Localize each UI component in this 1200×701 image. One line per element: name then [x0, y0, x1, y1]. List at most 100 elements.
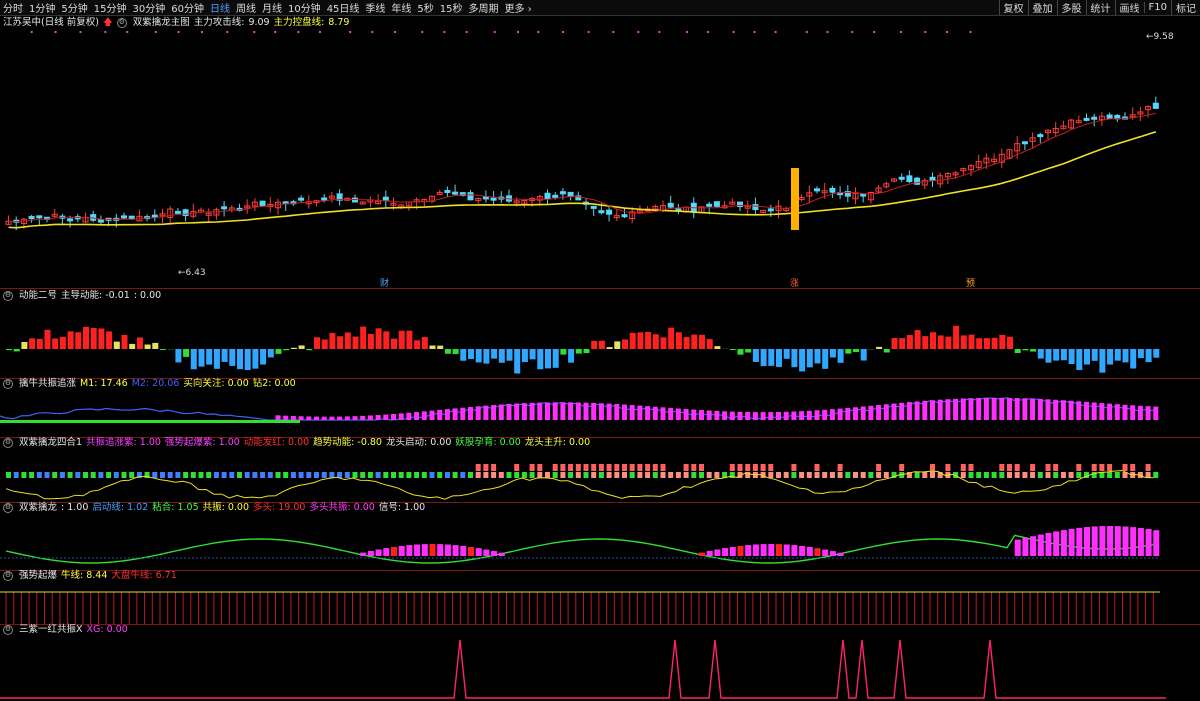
momentum-bar [991, 337, 998, 349]
signal-square [452, 472, 458, 478]
period-tab[interactable]: 更多 › [502, 0, 535, 15]
tool-button[interactable]: F10 [1143, 2, 1171, 13]
resonance-bar [822, 409, 828, 420]
period-tab[interactable]: 5秒 [414, 0, 436, 15]
momentum-bar [498, 349, 505, 363]
tool-button[interactable]: 画线 [1114, 0, 1144, 15]
stock-chart-canvas[interactable]: ←9.58 ←6.43 财 涨 预 [0, 16, 1200, 701]
period-tab[interactable]: 年线 [388, 0, 414, 15]
period-tab[interactable]: 15秒 [437, 0, 466, 15]
period-tab[interactable]: 周线 [233, 0, 259, 15]
momentum-bar [1137, 349, 1144, 359]
dual-bar [475, 548, 482, 556]
signal-square [1014, 472, 1020, 478]
signal-dot [873, 31, 876, 33]
resonance-bar [691, 409, 697, 420]
resonance-bar [1014, 398, 1020, 420]
signal-square-top [1107, 464, 1113, 471]
signal-square [83, 472, 88, 478]
resonance-bar [383, 414, 389, 420]
candle-body [621, 214, 628, 218]
panel-toggle-icon[interactable]: ⚙ [3, 379, 13, 389]
period-tab[interactable]: 45日线 [324, 0, 363, 15]
dual-bar [1022, 537, 1029, 556]
resonance-bar [983, 397, 989, 420]
panel-toggle-icon[interactable]: ⚙ [3, 625, 13, 635]
signal-square-top [606, 464, 612, 471]
momentum-bar [930, 332, 936, 349]
momentum-bar [768, 349, 775, 366]
panel-toggle-icon[interactable]: ⚙ [3, 571, 13, 581]
dual-bar [1045, 532, 1052, 556]
momentum-bar [699, 334, 705, 349]
resonance-bar [622, 404, 627, 420]
resonance-bar [1107, 403, 1113, 420]
signal-square [552, 472, 558, 478]
resonance-bar [352, 416, 358, 420]
signal-square [391, 472, 396, 478]
signal-square [260, 472, 266, 478]
momentum-bar [21, 342, 28, 349]
momentum-bar [1068, 349, 1075, 364]
momentum-bar [598, 340, 605, 349]
period-tab[interactable]: 30分钟 [129, 0, 168, 15]
dual-bar [1037, 534, 1044, 556]
period-tab[interactable]: 多周期 [466, 0, 502, 15]
panel-toggle-icon[interactable]: ⚙ [3, 438, 13, 448]
candle-body [567, 191, 574, 197]
resonance-bar [968, 398, 974, 420]
period-tab[interactable]: 15分钟 [91, 0, 130, 15]
signal-dot [30, 31, 33, 33]
tool-button[interactable]: 叠加 [1027, 0, 1057, 15]
period-tab[interactable]: 10分钟 [285, 0, 324, 15]
panel-field: XG: 0.00 [86, 624, 128, 635]
period-tab[interactable]: 月线 [259, 0, 285, 15]
momentum-bar [160, 349, 166, 350]
period-tab[interactable]: 分时 [0, 0, 26, 15]
signal-square-top [491, 464, 497, 471]
momentum-bar [1030, 349, 1037, 352]
resonance-bar [745, 411, 751, 420]
signal-square [267, 472, 273, 478]
resonance-bar [645, 406, 651, 420]
signal-square [468, 472, 473, 478]
dual-bar [460, 545, 467, 556]
period-tab[interactable]: 5分钟 [58, 0, 90, 15]
period-tab[interactable]: 1分钟 [26, 0, 58, 15]
signal-square [1030, 472, 1036, 478]
tool-button[interactable]: 多股 [1056, 0, 1086, 15]
signal-square [598, 472, 604, 478]
panel-toggle-icon[interactable]: ⚙ [3, 291, 13, 301]
resonance-bar [483, 405, 489, 420]
signal-square [314, 472, 319, 478]
resonance-bar [699, 410, 704, 420]
resonance-bar [1068, 400, 1074, 420]
tool-button[interactable]: 标记 [1171, 0, 1200, 15]
momentum-bar [791, 349, 798, 368]
signal-square-top [945, 464, 951, 471]
signal-square [883, 472, 889, 478]
signal-square [1114, 472, 1120, 478]
signal-square-top [645, 464, 651, 471]
momentum-bar [36, 338, 43, 349]
indicator-toggle-icon[interactable]: ⚙ [116, 18, 127, 28]
period-tab[interactable]: 季线 [362, 0, 388, 15]
period-tab[interactable]: 60分钟 [168, 0, 207, 15]
tool-button[interactable]: 统计 [1085, 0, 1115, 15]
base-band [0, 420, 300, 423]
signal-dot [517, 31, 520, 33]
signal-square [460, 472, 466, 478]
candle-body [1106, 114, 1113, 119]
signal-dot [685, 31, 688, 33]
resonance-bar [799, 411, 805, 420]
period-tab[interactable]: 日线 [207, 0, 233, 15]
dual-bar [1076, 527, 1083, 556]
candle-body [752, 204, 759, 210]
signal-square [152, 472, 158, 478]
signal-dot [274, 31, 277, 33]
panel-toggle-icon[interactable]: ⚙ [3, 503, 13, 513]
tool-button[interactable]: 复权 [998, 0, 1028, 15]
panel-separator [0, 288, 1200, 289]
dual-bar [398, 545, 405, 556]
resonance-bar [506, 403, 512, 420]
